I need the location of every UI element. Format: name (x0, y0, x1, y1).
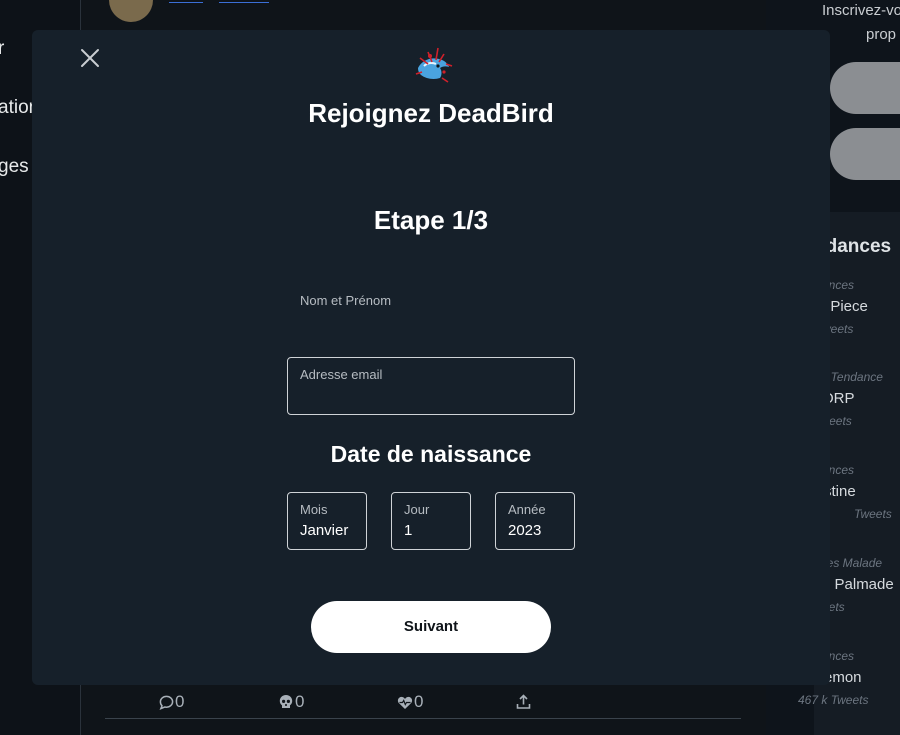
email-field[interactable]: Adresse email (287, 357, 575, 415)
share-button[interactable] (516, 692, 635, 712)
like-count: 0 (414, 692, 424, 711)
skull-icon (278, 694, 294, 710)
name-field[interactable]: Nom et Prénom (287, 283, 575, 341)
deadbird-logo-icon (408, 44, 456, 88)
month-select[interactable]: Mois Janvier (287, 492, 367, 550)
signup-promo-text: Inscrivez-vo (822, 2, 900, 19)
dislike-button[interactable]: 0 (278, 692, 397, 712)
month-label: Mois (300, 502, 328, 517)
heart-pulse-icon (397, 695, 413, 710)
modal-title: Rejoignez DeadBird (308, 98, 554, 128)
tweet-action-bar: 0 0 0 (105, 692, 725, 712)
reply-count: 0 (175, 692, 185, 711)
next-button[interactable]: Suivant (311, 601, 551, 653)
dislike-count: 0 (295, 692, 305, 711)
step-indicator: Etape 1/3 (373, 205, 489, 235)
month-value: Janvier (300, 522, 349, 539)
comment-icon (159, 695, 174, 710)
like-button[interactable]: 0 (397, 692, 516, 712)
year-select[interactable]: Année 2023 (495, 492, 575, 550)
close-button[interactable] (78, 46, 102, 70)
year-label: Année (508, 502, 546, 517)
signup-google-button[interactable] (830, 62, 900, 114)
day-select[interactable]: Jour 1 (391, 492, 471, 550)
signup-promo-text-2: prop (866, 26, 897, 43)
day-label: Jour (404, 502, 430, 517)
trend-count: Tweets (854, 507, 892, 521)
avatar[interactable] (109, 0, 153, 22)
trend-count: 467 k Tweets (798, 693, 869, 707)
signup-apple-button[interactable] (830, 128, 900, 180)
trend-name[interactable]: e Palmade (822, 576, 894, 593)
share-icon (516, 694, 531, 710)
handle-link[interactable] (219, 0, 269, 3)
name-field-label: Nom et Prénom (300, 293, 392, 308)
email-field-label: Adresse email (300, 367, 383, 382)
nav-item[interactable]: r (0, 38, 4, 60)
signup-modal: Rejoignez DeadBird Etape 1/3 Nom et Prén… (32, 30, 830, 685)
nav-item[interactable]: ges (0, 156, 29, 178)
day-value: 1 (404, 522, 413, 539)
divider (105, 718, 741, 719)
reply-button[interactable]: 0 (159, 692, 278, 712)
year-value: 2023 (508, 522, 542, 539)
close-icon (78, 49, 102, 74)
birthdate-title: Date de naissance (330, 441, 532, 467)
user-link[interactable] (169, 0, 203, 3)
